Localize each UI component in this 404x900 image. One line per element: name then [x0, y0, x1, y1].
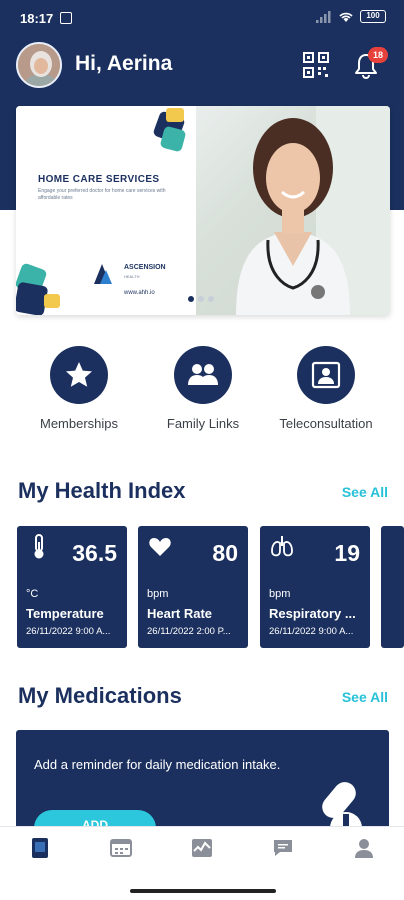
banner-decoration: [16, 108, 186, 315]
home-card-icon: [32, 838, 48, 858]
teleconsultation-label: Teleconsultation: [279, 416, 373, 431]
nav-calendar[interactable]: [101, 835, 141, 861]
chat-icon: [274, 840, 292, 856]
health-value: 80: [212, 540, 238, 566]
banner-doctor-photo: [196, 106, 390, 315]
lungs-icon: [271, 536, 293, 557]
nav-profile[interactable]: [344, 835, 384, 861]
memberships-button[interactable]: [50, 346, 108, 404]
medication-reminder-text: Add a reminder for daily medication inta…: [34, 757, 281, 772]
health-unit: bpm: [147, 588, 169, 600]
status-icons: 100: [316, 10, 386, 23]
carousel-dots[interactable]: [188, 296, 214, 302]
memberships-label: Memberships: [39, 416, 119, 431]
family-links-action[interactable]: Family Links: [143, 346, 263, 431]
carousel-dot[interactable]: [198, 296, 204, 302]
health-card-heart-rate[interactable]: 80 bpm Heart Rate 26/11/2022 2:00 P...: [138, 526, 248, 648]
health-value: 19: [334, 540, 360, 566]
health-card-respiratory[interactable]: 19 bpm Respiratory ... 26/11/2022 9:00 A…: [260, 526, 370, 648]
nav-health-chart[interactable]: [182, 835, 222, 861]
carousel-dot[interactable]: [188, 296, 194, 302]
health-name: Respiratory ...: [269, 606, 356, 621]
health-index-see-all[interactable]: See All: [342, 484, 388, 500]
banner-left-panel: HOME CARE SERVICES Engage your preferred…: [16, 106, 196, 315]
health-name: Temperature: [26, 606, 104, 621]
battery-icon: 100: [360, 10, 386, 23]
calendar-icon: [110, 839, 132, 857]
memberships-action[interactable]: Memberships: [19, 346, 139, 431]
teleconsultation-action[interactable]: Teleconsultation: [266, 346, 386, 431]
wifi-icon: [339, 12, 353, 22]
family-links-button[interactable]: [174, 346, 232, 404]
notification-badge: 18: [368, 47, 388, 63]
status-time: 18:17: [20, 11, 54, 26]
star-icon: [66, 362, 92, 387]
health-card-temperature[interactable]: 36.5 °C Temperature 26/11/2022 9:00 A...: [17, 526, 127, 648]
promo-banner[interactable]: HOME CARE SERVICES Engage your preferred…: [16, 106, 390, 315]
health-card-partial[interactable]: [381, 526, 404, 648]
health-unit: °C: [26, 588, 39, 600]
banner-brand: ASCENSION: [124, 264, 166, 271]
health-date: 26/11/2022 9:00 A...: [269, 626, 354, 637]
nav-messages[interactable]: [263, 835, 303, 861]
video-portrait-icon: [311, 361, 341, 389]
carousel-dot[interactable]: [208, 296, 214, 302]
medications-see-all[interactable]: See All: [342, 689, 388, 705]
home-indicator[interactable]: [130, 889, 276, 893]
thermometer-icon: [34, 534, 44, 559]
signal-icon: [316, 10, 331, 23]
medications-title: My Medications: [18, 683, 182, 708]
health-unit: bpm: [269, 588, 291, 600]
doctor-illustration: [236, 106, 390, 315]
teleconsultation-button[interactable]: [297, 346, 355, 404]
health-date: 26/11/2022 9:00 A...: [26, 626, 111, 637]
health-date: 26/11/2022 2:00 P...: [147, 626, 231, 637]
heart-icon: [149, 538, 171, 556]
qr-code-icon[interactable]: [303, 52, 329, 78]
chart-icon: [192, 839, 212, 857]
health-name: Heart Rate: [147, 606, 213, 621]
banner-title: HOME CARE SERVICES: [38, 174, 160, 185]
banner-brand-sub: HEALTH: [124, 274, 140, 279]
banner-subtitle: Engage your preferred doctor for home ca…: [38, 188, 166, 201]
banner-url: www.ahh.io: [124, 290, 155, 296]
avatar[interactable]: [16, 42, 62, 88]
people-icon: [188, 364, 218, 385]
nav-home[interactable]: [20, 835, 60, 861]
greeting: Hi, Aerina: [75, 52, 173, 75]
profile-icon: [355, 839, 373, 858]
family-links-label: Family Links: [166, 416, 240, 431]
status-bar: 18:17 100: [0, 0, 404, 36]
health-value: 36.5: [72, 540, 117, 566]
sim-icon: [60, 12, 72, 24]
health-index-title: My Health Index: [18, 478, 186, 503]
